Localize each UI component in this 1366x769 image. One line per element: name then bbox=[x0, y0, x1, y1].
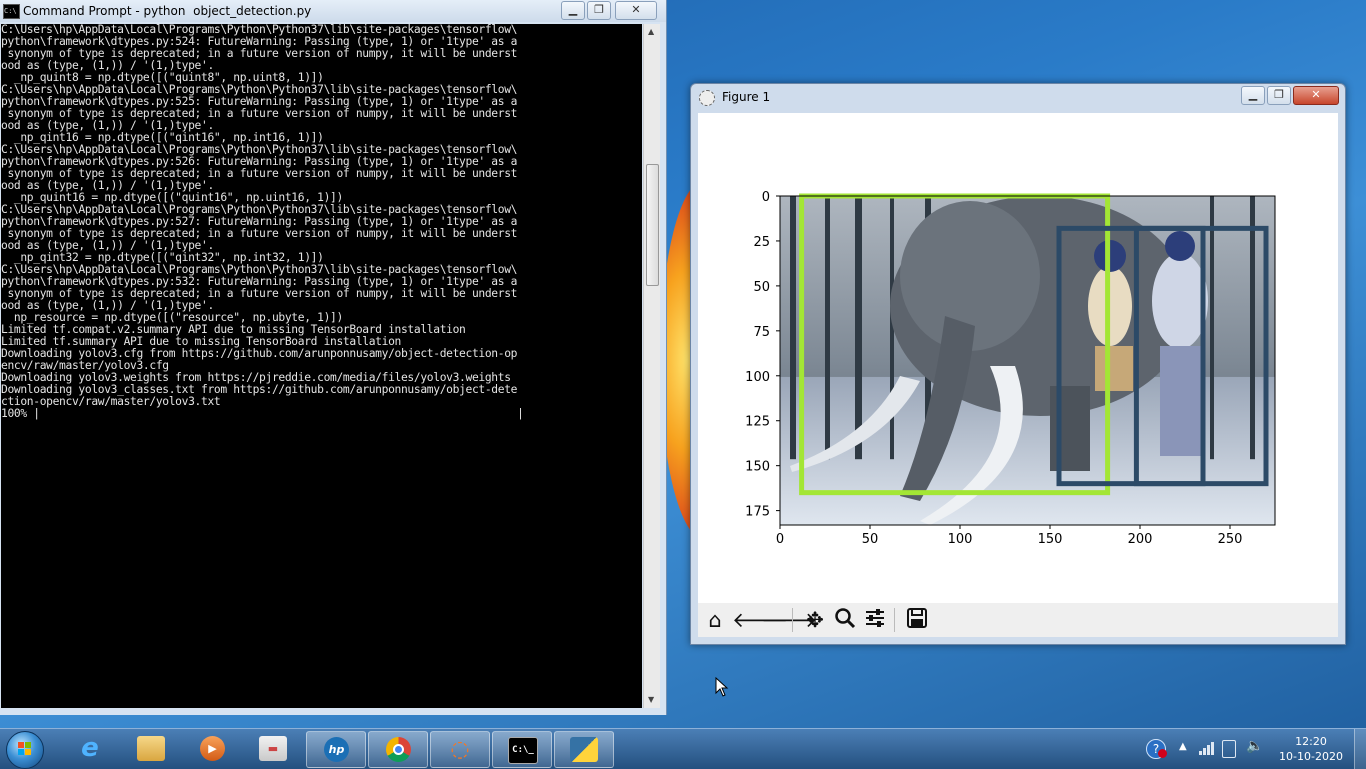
command-prompt-window[interactable]: C:\ Command Prompt - python object_detec… bbox=[0, 0, 667, 715]
scrollbar-thumb[interactable] bbox=[646, 164, 659, 286]
clock-time: 12:20 bbox=[1295, 735, 1327, 748]
x-tick-label: 150 bbox=[1038, 532, 1063, 547]
taskbar-chrome[interactable] bbox=[368, 731, 428, 768]
network-icon[interactable] bbox=[1198, 740, 1216, 760]
figure-window[interactable]: Figure 1 ▁ ❐ ✕ 0 50 100 150 200 250 0 25 50 75 100… bbox=[690, 83, 1346, 645]
taskbar-paint[interactable]: ▬ bbox=[244, 731, 302, 766]
minimize-button[interactable]: ▁ bbox=[561, 1, 585, 20]
internet-explorer-icon: e bbox=[81, 733, 99, 763]
show-hidden-icons-icon[interactable]: ▲ bbox=[1179, 741, 1187, 752]
console-line: 100% | | bbox=[1, 407, 524, 420]
python-icon bbox=[570, 737, 598, 762]
matplotlib-icon bbox=[699, 90, 715, 106]
windows-logo-icon bbox=[18, 742, 32, 756]
figure-window-title: Figure 1 bbox=[722, 90, 771, 104]
chrome-icon bbox=[386, 737, 411, 762]
y-tick-label: 75 bbox=[753, 325, 770, 340]
figure-toolbar: ⌂ 🡐 🡒 ✥ bbox=[698, 603, 1338, 637]
y-tick-label: 175 bbox=[745, 505, 770, 520]
figure-canvas[interactable]: 0 50 100 150 200 250 0 25 50 75 100 125 150 175 bbox=[698, 113, 1338, 603]
figure-minimize-button[interactable]: ▁ bbox=[1241, 86, 1265, 105]
taskbar-python-figure[interactable] bbox=[554, 731, 614, 768]
figure-close-button[interactable]: ✕ bbox=[1293, 86, 1339, 105]
command-prompt-icon: C:\_ bbox=[508, 737, 538, 764]
toolbar-separator bbox=[792, 608, 793, 632]
configure-subplots-icon[interactable] bbox=[862, 607, 888, 633]
folder-icon bbox=[137, 736, 165, 761]
y-tick-label: 100 bbox=[745, 370, 770, 385]
taskbar: e ▶ ▬ hp ◌ C:\_ ? ▲ 🔈 12:20 10-10-2020 bbox=[0, 728, 1366, 769]
paint-icon: ▬ bbox=[259, 736, 287, 761]
console-text: C:\Users\hp\AppData\Local\Programs\Pytho… bbox=[1, 24, 642, 420]
zoom-icon[interactable] bbox=[832, 607, 858, 633]
y-tick-label: 50 bbox=[753, 280, 770, 295]
clock-date: 10-10-2020 bbox=[1279, 750, 1343, 763]
cmd-title-bar[interactable]: C:\ Command Prompt - python object_detec… bbox=[0, 0, 666, 22]
x-tick-label: 250 bbox=[1218, 532, 1243, 547]
mouse-cursor-icon bbox=[715, 677, 729, 697]
pan-icon[interactable]: ✥ bbox=[802, 607, 828, 633]
alert-badge-icon bbox=[1158, 749, 1167, 758]
cmd-app-icon: C:\ bbox=[3, 4, 20, 19]
scroll-up-arrow-icon[interactable]: ▲ bbox=[648, 27, 654, 36]
media-player-icon: ▶ bbox=[200, 736, 225, 761]
taskbar-command-prompt[interactable]: C:\_ bbox=[492, 731, 552, 768]
save-icon[interactable] bbox=[904, 607, 930, 633]
y-tick-label: 25 bbox=[753, 235, 770, 250]
console-scrollbar[interactable]: ▲ ▼ bbox=[643, 24, 660, 708]
home-icon[interactable]: ⌂ bbox=[702, 607, 728, 633]
start-button[interactable] bbox=[6, 731, 44, 769]
taskbar-hp-support[interactable]: hp bbox=[306, 731, 366, 768]
y-tick-label: 125 bbox=[745, 415, 770, 430]
y-tick-label: 0 bbox=[762, 190, 770, 205]
close-button[interactable]: ✕ bbox=[615, 1, 657, 20]
forward-arrow-icon[interactable]: 🡒 bbox=[761, 607, 817, 633]
maximize-button[interactable]: ❐ bbox=[587, 1, 611, 20]
x-tick-label: 200 bbox=[1128, 532, 1153, 547]
scroll-down-arrow-icon[interactable]: ▼ bbox=[648, 695, 654, 704]
cmd-window-title: Command Prompt - python object_detection… bbox=[23, 4, 312, 18]
console-output[interactable]: C:\Users\hp\AppData\Local\Programs\Pytho… bbox=[1, 24, 642, 708]
taskbar-media-player[interactable]: ▶ bbox=[183, 731, 241, 766]
hp-icon: hp bbox=[324, 737, 349, 762]
image-plot[interactable]: 0 50 100 150 200 250 0 25 50 75 100 125 150 175 bbox=[698, 113, 1338, 603]
y-tick-label: 150 bbox=[745, 460, 770, 475]
taskbar-internet-explorer[interactable]: e bbox=[61, 731, 119, 766]
x-tick-label: 0 bbox=[776, 532, 784, 547]
show-desktop-button[interactable] bbox=[1354, 729, 1366, 769]
x-tick-label: 50 bbox=[862, 532, 879, 547]
back-arrow-icon[interactable]: 🡐 bbox=[732, 607, 788, 633]
toolbar-separator bbox=[894, 608, 895, 632]
volume-icon[interactable]: 🔈 bbox=[1246, 738, 1263, 754]
jupyter-icon: ◌ bbox=[450, 737, 470, 762]
taskbar-file-explorer[interactable] bbox=[122, 731, 180, 766]
battery-icon[interactable] bbox=[1222, 740, 1236, 758]
figure-maximize-button[interactable]: ❐ bbox=[1267, 86, 1291, 105]
clock[interactable]: 12:20 10-10-2020 bbox=[1278, 734, 1344, 764]
taskbar-jupyter[interactable]: ◌ bbox=[430, 731, 490, 768]
x-tick-label: 100 bbox=[948, 532, 973, 547]
